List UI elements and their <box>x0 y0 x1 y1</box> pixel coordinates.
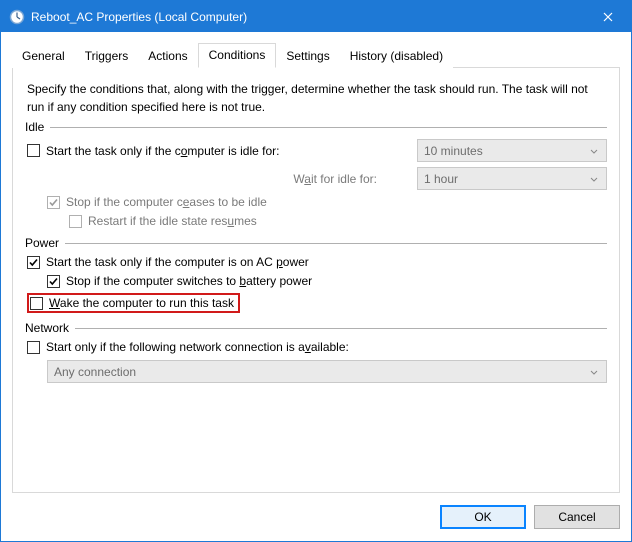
titlebar: Reboot_AC Properties (Local Computer) <box>1 1 631 32</box>
highlight-wake: Wake the computer to run this task <box>27 293 240 313</box>
dialog-footer: OK Cancel <box>12 493 620 529</box>
client-area: General Triggers Actions Conditions Sett… <box>1 32 631 541</box>
select-wait-duration[interactable]: 1 hour <box>417 167 607 190</box>
select-wait-duration-value: 1 hour <box>424 172 458 186</box>
select-network-connection-value: Any connection <box>54 365 136 379</box>
label-wait-for: Wait for idle for: <box>293 172 377 186</box>
section-power: Power Start the task only if the compute… <box>25 236 607 313</box>
conditions-description: Specify the conditions that, along with … <box>27 80 605 116</box>
label-network: Start only if the following network conn… <box>46 340 349 354</box>
ok-button[interactable]: OK <box>440 505 526 529</box>
select-network-connection[interactable]: Any connection <box>47 360 607 383</box>
label-restart-resume: Restart if the idle state resumes <box>88 214 257 228</box>
checkbox-wake[interactable] <box>30 297 43 310</box>
chevron-down-icon <box>590 172 598 186</box>
chevron-down-icon <box>590 144 598 158</box>
section-power-title: Power <box>25 236 65 250</box>
tabstrip: General Triggers Actions Conditions Sett… <box>12 43 620 68</box>
checkbox-stop-battery[interactable] <box>47 275 60 288</box>
select-idle-duration-value: 10 minutes <box>424 144 483 158</box>
label-wake: Wake the computer to run this task <box>49 296 234 310</box>
tab-actions[interactable]: Actions <box>138 45 197 68</box>
checkbox-idle-start[interactable] <box>27 144 40 157</box>
label-idle-start: Start the task only if the computer is i… <box>46 144 279 158</box>
label-stop-battery: Stop if the computer switches to battery… <box>66 274 312 288</box>
tab-settings[interactable]: Settings <box>276 45 339 68</box>
cancel-button[interactable]: Cancel <box>534 505 620 529</box>
window: Reboot_AC Properties (Local Computer) Ge… <box>0 0 632 542</box>
checkbox-restart-resume <box>69 215 82 228</box>
label-ac-power: Start the task only if the computer is o… <box>46 255 309 269</box>
app-icon <box>9 9 25 25</box>
tab-history[interactable]: History (disabled) <box>340 45 453 68</box>
close-button[interactable] <box>585 1 631 32</box>
divider <box>50 127 607 128</box>
checkbox-ac-power[interactable] <box>27 256 40 269</box>
tab-conditions[interactable]: Conditions <box>198 43 277 68</box>
close-icon <box>603 12 613 22</box>
tab-general[interactable]: General <box>12 45 75 68</box>
checkbox-network[interactable] <box>27 341 40 354</box>
label-stop-ceases: Stop if the computer ceases to be idle <box>66 195 267 209</box>
section-idle-title: Idle <box>25 120 50 134</box>
select-idle-duration[interactable]: 10 minutes <box>417 139 607 162</box>
tab-body-conditions: Specify the conditions that, along with … <box>12 68 620 493</box>
window-title: Reboot_AC Properties (Local Computer) <box>31 10 585 24</box>
checkbox-stop-ceases <box>47 196 60 209</box>
chevron-down-icon <box>590 365 598 379</box>
section-idle: Idle Start the task only if the computer… <box>25 120 607 228</box>
divider <box>65 243 607 244</box>
section-network-title: Network <box>25 321 75 335</box>
tab-triggers[interactable]: Triggers <box>75 45 139 68</box>
section-network: Network Start only if the following netw… <box>25 321 607 383</box>
divider <box>75 328 607 329</box>
